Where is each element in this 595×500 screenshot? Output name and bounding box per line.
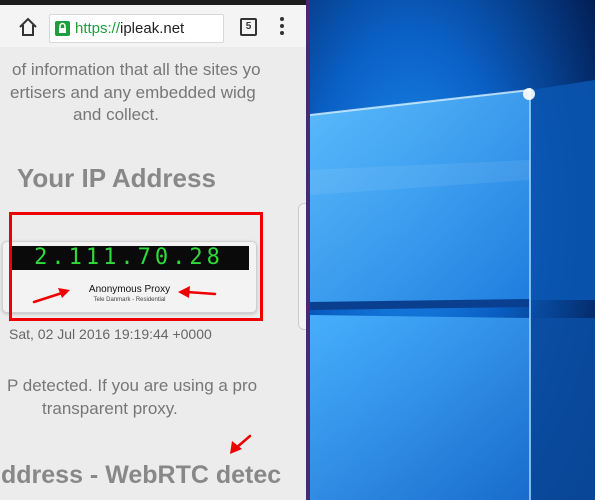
timestamp: Sat, 02 Jul 2016 19:19:44 +0000	[9, 326, 212, 342]
proxy-note-line-2: transparent proxy.	[42, 399, 178, 418]
annotation-red-box	[9, 212, 263, 321]
phone-screenshot: https:// ipleak.net 5 of information tha…	[0, 0, 306, 500]
intro-line-2: ertisers and any embedded widg	[10, 83, 256, 102]
lock-icon	[55, 21, 70, 36]
intro-line-3: and collect.	[73, 105, 159, 124]
home-icon[interactable]	[17, 16, 39, 38]
overflow-menu-icon[interactable]	[279, 17, 285, 37]
url-host: ipleak.net	[120, 20, 185, 37]
url-field[interactable]: https:// ipleak.net	[49, 14, 224, 43]
webrtc-heading: ddress - WebRTC detec	[1, 461, 282, 489]
proxy-note-line-1: P detected. If you are using a pro	[7, 376, 258, 395]
adjacent-card-edge	[298, 203, 306, 330]
tab-switcher-button[interactable]: 5	[240, 18, 257, 36]
url-scheme: https://	[75, 20, 121, 37]
ip-address-heading: Your IP Address	[17, 163, 216, 193]
windows-10-wallpaper	[310, 0, 595, 500]
intro-line-1: of information that all the sites yo	[12, 60, 261, 79]
browser-toolbar: https:// ipleak.net 5	[0, 5, 306, 47]
